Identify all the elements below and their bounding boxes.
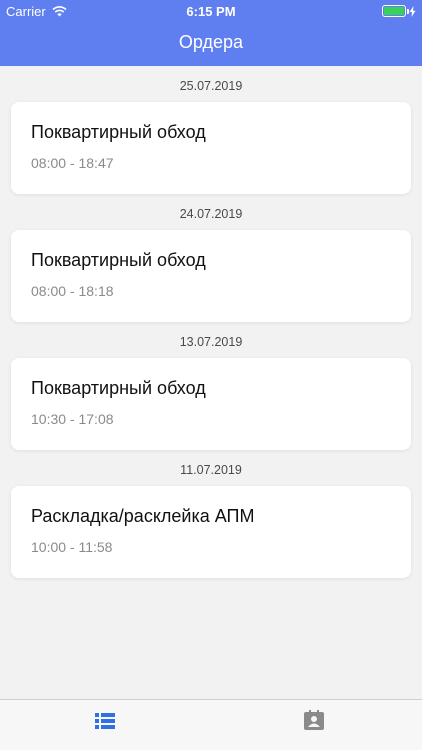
battery-icon bbox=[382, 5, 409, 17]
section-date: 24.07.2019 bbox=[179, 207, 243, 221]
order-title: Поквартирный обход bbox=[31, 378, 206, 398]
contact-card-icon bbox=[304, 710, 324, 730]
order-time: 10:30 - 17:08 bbox=[31, 411, 114, 427]
order-title: Поквартирный обход bbox=[31, 250, 206, 270]
order-time: 08:00 - 18:18 bbox=[31, 283, 114, 299]
charging-bolt-icon bbox=[409, 5, 416, 17]
order-card[interactable]: Поквартирный обход 08:00 - 18:18 bbox=[11, 230, 411, 322]
section-date: 11.07.2019 bbox=[180, 463, 242, 477]
navigation-header: Carrier 6:15 PM Ордера bbox=[0, 0, 422, 66]
order-card[interactable]: Раскладка/расклейка АПМ 10:00 - 11:58 bbox=[11, 486, 411, 578]
status-time: 6:15 PM bbox=[186, 4, 236, 19]
order-title: Раскладка/расклейка АПМ bbox=[31, 506, 255, 526]
tab-orders[interactable] bbox=[95, 710, 119, 732]
order-title: Поквартирный обход bbox=[31, 122, 206, 142]
order-card[interactable]: Поквартирный обход 10:30 - 17:08 bbox=[11, 358, 411, 450]
battery-indicator bbox=[382, 5, 416, 17]
section-date: 13.07.2019 bbox=[179, 335, 243, 349]
status-bar: Carrier 6:15 PM bbox=[0, 0, 422, 22]
orders-list: 25.07.2019 Поквартирный обход 08:00 - 18… bbox=[0, 66, 422, 578]
page-title: Ордера bbox=[178, 32, 244, 52]
section-date: 25.07.2019 bbox=[179, 79, 243, 93]
list-icon bbox=[95, 713, 115, 729]
order-time: 08:00 - 18:47 bbox=[31, 155, 114, 171]
tab-bar bbox=[0, 699, 422, 750]
tab-profile[interactable] bbox=[304, 710, 328, 732]
order-card[interactable]: Поквартирный обход 08:00 - 18:47 bbox=[11, 102, 411, 194]
order-time: 10:00 - 11:58 bbox=[31, 539, 113, 555]
